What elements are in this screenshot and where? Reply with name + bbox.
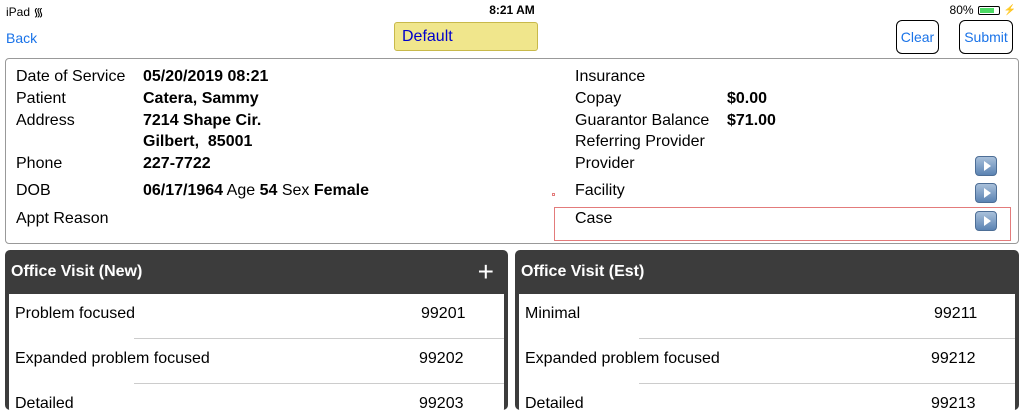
dob-label: DOB [16, 182, 51, 199]
phone-label: Phone [16, 155, 63, 172]
clock: 8:21 AM [489, 3, 535, 17]
list-item[interactable]: Detailed 99203 [9, 384, 504, 410]
dos-value: 05/20/2019 08:21 [143, 68, 269, 85]
procedure-code: 99212 [931, 350, 976, 367]
procedure-code: 99213 [931, 395, 976, 410]
dob-line: 06/17/1964 Age 54 Sex Female [143, 182, 369, 200]
copay-value: $0.00 [727, 90, 768, 107]
procedure-name: Expanded problem focused [15, 350, 210, 367]
battery-percent: 80% [949, 3, 974, 17]
status-bar: iPad ᯾ 8:21 AM 80% ⚡ [0, 0, 1024, 20]
dos-label: Date of Service [16, 68, 126, 85]
guarantor-value: $71.00 [727, 112, 776, 129]
guarantor-label: Guarantor Balance [575, 112, 710, 129]
procedure-list: Minimal 99211 Expanded problem focused 992… [519, 294, 1015, 410]
sex-value: Female [313, 182, 369, 199]
referring-provider-label: Referring Provider [575, 133, 705, 150]
procedure-name: Problem focused [15, 305, 136, 322]
insurance-label: Insurance [575, 68, 646, 85]
submit-button[interactable]: Submit [959, 20, 1013, 54]
facility-label: Facility [575, 182, 625, 199]
preset-selector[interactable]: Default [394, 22, 538, 51]
procedure-name: Detailed [15, 395, 74, 410]
sex-label: Sex [281, 182, 310, 199]
office-visit-est-panel: Office Visit (Est) Minimal 99211 Expanded… [515, 250, 1019, 410]
address-label: Address [16, 112, 75, 129]
copay-label: Copay [575, 90, 622, 107]
office-visit-new-panel: Office Visit (New) + Problem focused 9920… [5, 250, 508, 410]
provider-label: Provider [575, 155, 635, 172]
dob-value: 06/17/1964 [143, 182, 224, 199]
facility-arrow-icon[interactable] [975, 183, 997, 203]
procedure-code: 99211 [934, 305, 978, 322]
case-label: Case [575, 210, 613, 227]
age-label: Age [226, 182, 256, 199]
battery-status: 80% ⚡ [950, 3, 1016, 17]
list-item[interactable]: Problem focused 99201 [9, 294, 504, 339]
provider-arrow-icon[interactable] [975, 156, 997, 176]
phone-value: 227-7722 [143, 155, 211, 172]
list-item[interactable]: Expanded problem focused 99202 [9, 339, 504, 384]
case-row[interactable] [554, 207, 1011, 241]
panel-header: Office Visit (Est) [515, 250, 1019, 294]
clear-button[interactable]: Clear [896, 20, 939, 54]
battery-icon [977, 5, 1000, 15]
marker-dot [552, 193, 555, 196]
procedure-list: Problem focused 99201 Expanded problem fo… [9, 294, 504, 410]
back-button[interactable]: Back [6, 30, 37, 46]
procedure-name: Minimal [525, 305, 581, 322]
address-line1: 7214 Shape Cir. [143, 112, 262, 129]
procedure-name: Expanded problem focused [525, 350, 720, 367]
procedure-code: 99203 [419, 395, 464, 410]
address-line2: Gilbert, 85001 [143, 133, 253, 150]
procedure-name: Detailed [525, 395, 584, 410]
procedure-code: 99202 [419, 350, 464, 367]
list-item[interactable]: Minimal 99211 [519, 294, 1015, 339]
age-value: 54 [259, 182, 278, 199]
charging-icon: ⚡ [1003, 4, 1016, 16]
panel-title: Office Visit (Est) [521, 263, 645, 280]
panel-header: Office Visit (New) + [5, 250, 508, 294]
panel-title: Office Visit (New) [11, 263, 143, 280]
list-item[interactable]: Detailed 99213 [519, 384, 1015, 410]
appt-reason-label: Appt Reason [16, 210, 109, 227]
procedure-code: 99201 [421, 305, 466, 322]
patient-name: Catera, Sammy [143, 90, 259, 107]
case-arrow-icon[interactable] [975, 211, 997, 231]
patient-label: Patient [16, 90, 66, 107]
add-icon[interactable]: + [478, 256, 494, 288]
list-item[interactable]: Expanded problem focused 99212 [519, 339, 1015, 384]
